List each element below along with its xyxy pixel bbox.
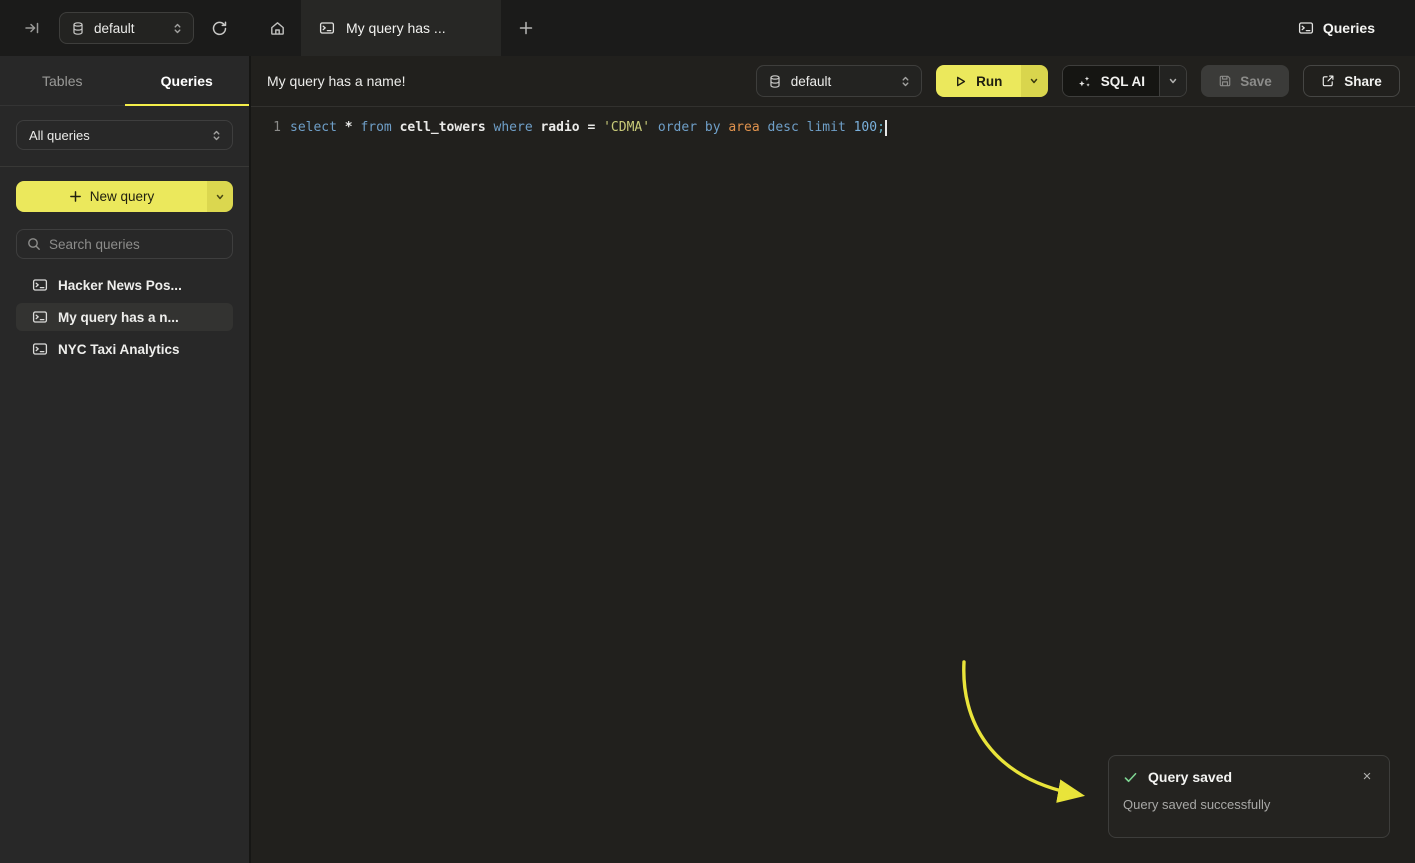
share-button[interactable]: Share <box>1303 65 1400 97</box>
save-icon <box>1218 74 1232 88</box>
new-tab-icon[interactable] <box>517 19 535 37</box>
query-terminal-icon <box>32 309 48 325</box>
query-title: My query has a name! <box>267 73 756 89</box>
sidebar-tab-tables[interactable]: Tables <box>0 56 125 105</box>
sql-ai-button-group: SQL AI <box>1062 65 1187 97</box>
sql-token-punctuation: ; <box>877 120 885 135</box>
new-query-dropdown[interactable] <box>207 181 233 212</box>
query-toolbar: My query has a name! default <box>251 56 1415 107</box>
sql-token-keyword: select <box>290 120 345 135</box>
database-selector-value: default <box>94 21 172 36</box>
sql-token-keyword: from <box>360 120 399 135</box>
tab-my-query[interactable]: My query has ... <box>301 0 501 56</box>
database-icon <box>768 74 782 89</box>
play-icon <box>954 75 967 88</box>
sql-ai-label: SQL AI <box>1101 74 1145 89</box>
save-label: Save <box>1240 74 1272 89</box>
main-panel: My query has a name! default <box>250 56 1415 863</box>
run-database-value: default <box>791 74 900 89</box>
sql-editor[interactable]: 1 select * from cell_towers where radio … <box>251 107 1415 138</box>
check-icon <box>1123 770 1138 785</box>
saved-query-item[interactable]: My query has a n... <box>16 303 233 331</box>
saved-query-label: My query has a n... <box>58 310 179 325</box>
collapse-sidebar-icon[interactable] <box>24 20 40 36</box>
query-terminal-icon <box>32 341 48 357</box>
run-button[interactable]: Run <box>936 65 1021 97</box>
home-icon[interactable] <box>269 20 286 37</box>
query-terminal-icon <box>32 277 48 293</box>
saved-query-label: NYC Taxi Analytics <box>58 342 180 357</box>
sql-token-keyword: order by <box>658 120 728 135</box>
sparkles-icon <box>1077 74 1092 89</box>
search-queries-input[interactable] <box>49 237 226 252</box>
sql-token-keyword: desc limit <box>768 120 854 135</box>
toast-query-saved: Query saved × Query saved successfully <box>1108 755 1390 838</box>
text-cursor <box>885 120 887 136</box>
sidebar-divider <box>0 166 249 167</box>
sql-token-identifier: * <box>345 120 361 135</box>
saved-query-item[interactable]: NYC Taxi Analytics <box>16 335 233 363</box>
refresh-icon[interactable] <box>211 20 228 37</box>
sql-token-identifier: = <box>587 120 603 135</box>
search-queries-box[interactable] <box>16 229 233 259</box>
database-selector[interactable]: default <box>59 12 194 44</box>
new-query-button[interactable]: New query <box>16 181 233 212</box>
run-label: Run <box>976 74 1002 89</box>
queries-filter-selector[interactable]: All queries <box>16 120 233 150</box>
chevron-updown-icon <box>900 75 911 88</box>
new-query-main[interactable]: New query <box>16 181 207 212</box>
save-button[interactable]: Save <box>1201 65 1289 97</box>
line-number: 1 <box>251 118 281 138</box>
sidebar-tab-queries[interactable]: Queries <box>125 56 250 105</box>
plus-icon <box>69 190 82 203</box>
queries-label: Queries <box>1323 20 1375 36</box>
queries-terminal-icon <box>1298 20 1314 36</box>
sql-token-column: area <box>728 120 767 135</box>
toast-title: Query saved <box>1148 769 1359 785</box>
sql-token-number: 100 <box>854 120 877 135</box>
code-line-1[interactable]: 1 select * from cell_towers where radio … <box>251 118 1415 138</box>
sql-code: select * from cell_towers where radio = … <box>290 118 885 138</box>
queries-filter-value: All queries <box>29 128 211 143</box>
active-tab-underline <box>125 104 250 106</box>
top-bar: default My query has ... <box>0 0 1415 56</box>
share-label: Share <box>1344 74 1382 89</box>
saved-query-item[interactable]: Hacker News Pos... <box>16 271 233 299</box>
run-button-group: Run <box>936 65 1048 97</box>
chevron-updown-icon <box>172 22 183 35</box>
sql-ai-dropdown[interactable] <box>1159 66 1186 96</box>
run-database-selector[interactable]: default <box>756 65 922 97</box>
sql-token-string: 'CDMA' <box>603 120 658 135</box>
run-options-dropdown[interactable] <box>1021 65 1048 97</box>
saved-queries-list: Hacker News Pos... My query has a n... N… <box>16 271 233 363</box>
sql-token-identifier: radio <box>540 120 587 135</box>
close-icon[interactable]: × <box>1359 769 1375 785</box>
share-icon <box>1321 74 1335 88</box>
tab-title: My query has ... <box>346 20 446 36</box>
search-icon <box>27 237 41 251</box>
sql-token-identifier: cell_towers <box>400 120 494 135</box>
saved-query-label: Hacker News Pos... <box>58 278 182 293</box>
database-icon <box>71 21 85 36</box>
toast-message: Query saved successfully <box>1123 797 1375 812</box>
sql-ai-button[interactable]: SQL AI <box>1063 66 1159 96</box>
query-terminal-icon <box>319 20 335 36</box>
new-query-label: New query <box>90 189 155 204</box>
queries-header[interactable]: Queries <box>1298 20 1375 36</box>
sql-token-keyword: where <box>494 120 541 135</box>
sidebar-tabs: Tables Queries <box>0 56 249 106</box>
sidebar: Tables Queries All queries New query <box>0 56 250 863</box>
chevron-updown-icon <box>211 129 222 142</box>
